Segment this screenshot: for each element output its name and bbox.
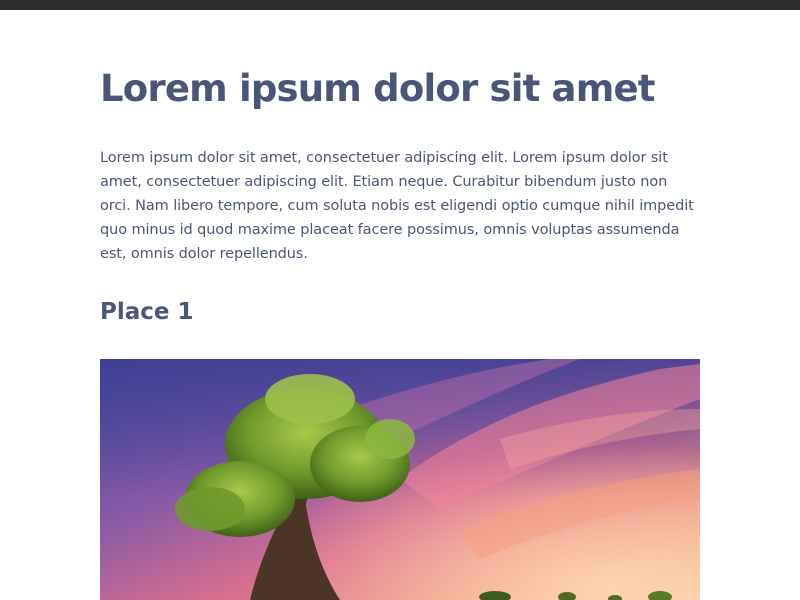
place-1-photo — [100, 359, 700, 600]
top-bar — [0, 0, 800, 10]
intro-paragraph: Lorem ipsum dolor sit amet, consectetuer… — [100, 150, 694, 262]
page-title: Lorem ipsum dolor sit amet — [100, 67, 655, 110]
section-heading-place-1: Place 1 — [100, 299, 194, 325]
